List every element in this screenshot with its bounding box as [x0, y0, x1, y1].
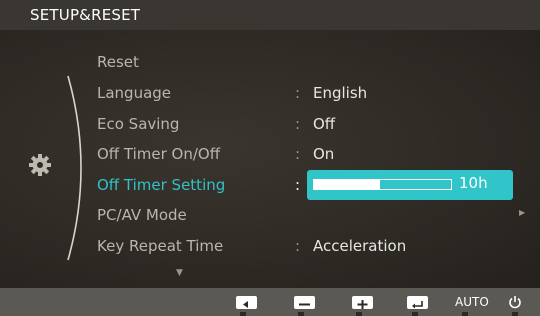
button-marker [298, 312, 304, 316]
menu-item-off-timer-on-off-value: On [313, 145, 335, 163]
scroll-down-icon: ▼ [176, 268, 183, 278]
slider-fill [314, 180, 380, 189]
menu-item-key-repeat-time-colon: : [295, 237, 301, 255]
power-button[interactable] [508, 292, 522, 312]
gear-icon [29, 154, 51, 176]
plus-button[interactable] [352, 292, 373, 312]
button-marker [412, 312, 418, 316]
menu-item-reset[interactable]: Reset [97, 50, 139, 74]
minus-button[interactable] [294, 292, 315, 312]
menu-item-eco-saving-colon: : [295, 115, 301, 133]
plus-icon [352, 295, 373, 309]
left-arrow-icon [236, 295, 257, 309]
button-marker [462, 312, 468, 316]
auto-label: AUTO [455, 295, 489, 309]
auto-button[interactable]: AUTO [455, 292, 489, 312]
menu-item-eco-saving[interactable]: Eco Saving [97, 112, 179, 136]
slider-track[interactable] [313, 179, 452, 190]
menu-item-off-timer-on-off[interactable]: Off Timer On/Off [97, 142, 220, 166]
menu-item-key-repeat-time[interactable]: Key Repeat Time [97, 234, 223, 258]
enter-icon [407, 295, 428, 309]
minus-icon [294, 295, 315, 309]
menu-item-off-timer-on-off-colon: : [295, 145, 301, 163]
button-marker [512, 312, 518, 316]
submenu-arrow-icon: ▶ [519, 208, 526, 217]
menu-item-eco-saving-value: Off [313, 115, 336, 133]
button-guide-bar: AUTO [0, 288, 540, 316]
left-button[interactable] [236, 292, 257, 312]
title-bar: SETUP&RESET [0, 0, 540, 30]
menu-item-off-timer-setting-colon: : [295, 176, 301, 194]
power-icon [509, 296, 521, 309]
slider-value: 10h [459, 174, 488, 192]
menu-item-pc-av-mode[interactable]: PC/AV Mode [97, 203, 187, 227]
osd-window: SETUP&RESET Reset Language : English Eco… [0, 0, 540, 316]
button-marker [356, 312, 362, 316]
menu-item-language-colon: : [295, 84, 301, 102]
menu-item-off-timer-setting[interactable]: Off Timer Setting [97, 173, 225, 197]
off-timer-slider[interactable]: 10h [307, 170, 513, 200]
menu-title: SETUP&RESET [30, 6, 141, 24]
enter-button[interactable] [407, 292, 428, 312]
menu-item-language-value: English [313, 84, 368, 102]
menu-item-language[interactable]: Language [97, 81, 171, 105]
menu-item-key-repeat-time-value: Acceleration [313, 237, 407, 255]
button-marker [240, 312, 246, 316]
